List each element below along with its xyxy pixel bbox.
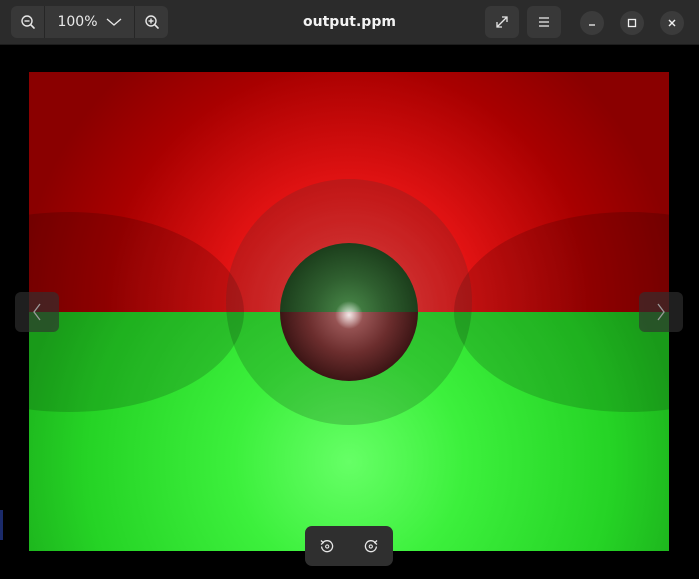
rotate-left-icon [320,540,334,553]
background-window-edge [0,510,3,540]
close-icon [668,19,676,27]
maximize-button[interactable] [620,11,644,35]
maximize-icon [627,18,637,28]
zoom-level-label: 100% [57,14,98,30]
minimize-button[interactable] [580,11,604,35]
previous-image-button[interactable] [15,292,59,332]
main-menu-button[interactable] [527,6,561,38]
zoom-controls: 100% [11,6,168,38]
fullscreen-icon [496,16,508,28]
zoom-out-icon [20,15,35,29]
rotate-right-icon [364,540,378,553]
zoom-in-button[interactable] [134,6,168,38]
header-bar: 100% output.ppm [0,0,699,45]
hamburger-menu-icon [539,17,549,27]
chevron-right-icon [657,303,665,321]
image-viewer-window: 100% output.ppm [0,0,699,579]
minimize-icon [589,24,595,26]
zoom-out-button[interactable] [11,6,45,38]
next-image-button[interactable] [639,292,683,332]
rotate-right-button[interactable] [354,530,388,562]
zoom-in-icon [144,15,159,29]
raytraced-scene-image [29,72,669,551]
close-button[interactable] [660,11,684,35]
rendered-image [29,72,669,551]
chevron-down-icon [106,18,121,26]
fullscreen-button[interactable] [485,6,519,38]
chevron-left-icon [33,303,41,321]
rotate-left-button[interactable] [310,530,344,562]
zoom-level-menu[interactable]: 100% [45,6,134,38]
rotate-controls [305,526,393,566]
